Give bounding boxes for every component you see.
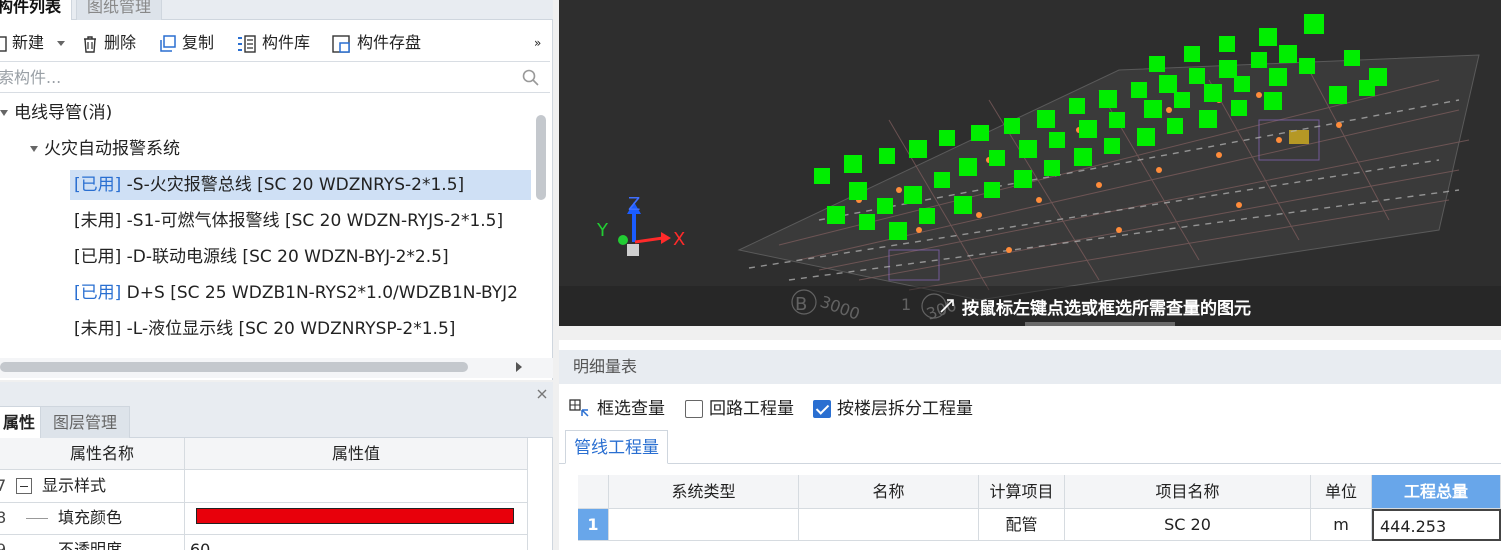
app-window: 构件列表 图纸管理 新建 删除 复制 构件库 构件存盘 » 索构件... 电线导… bbox=[0, 0, 1501, 550]
tree-node-root[interactable]: 电线导管(消) bbox=[0, 98, 112, 128]
copy-icon bbox=[160, 34, 176, 52]
tree-item-d-plus-s[interactable]: [已用] D+S [SC 25 WDZB1N-RYS2*1.0/WDZB1N-B… bbox=[74, 278, 530, 308]
axis-y-label: Y bbox=[596, 220, 609, 241]
property-name: 显示样式 bbox=[42, 476, 107, 495]
expand-caret-icon[interactable] bbox=[30, 146, 38, 152]
collapse-toggle[interactable] bbox=[16, 478, 32, 494]
column-header-value: 属性值 bbox=[331, 444, 380, 463]
tree-horizontal-scrollbar[interactable] bbox=[0, 362, 468, 372]
tree-item-s-bus[interactable]: [已用] -S-火灾报警总线 [SC 20 WDZNRYS-2*1.5] bbox=[70, 170, 531, 200]
tab-layer-management[interactable]: 图层管理 bbox=[40, 406, 131, 438]
column-header-system-type[interactable]: 系统类型 bbox=[609, 475, 799, 509]
viewport-hint: 按鼠标左键点选或框选所需查量的图元 bbox=[962, 299, 1251, 319]
new-icon bbox=[0, 35, 7, 52]
tree-item-s1-gas[interactable]: [未用] -S1-可燃气体报警线 [SC 20 WDZN-RYJS-2*1.5] bbox=[74, 206, 503, 236]
cell-name[interactable] bbox=[799, 509, 979, 541]
delete-button[interactable]: 删除 bbox=[80, 30, 136, 56]
tree-item-d-power[interactable]: [已用] -D-联动电源线 [SC 20 WDZN-BYJ-2*2.5] bbox=[74, 242, 449, 272]
checkbox-unchecked[interactable] bbox=[685, 400, 703, 418]
loop-quantity-checkbox[interactable]: 回路工程量 bbox=[685, 394, 794, 419]
axis-gizmo bbox=[618, 202, 671, 256]
minus-icon bbox=[20, 486, 28, 487]
split-by-floor-checkbox[interactable]: 按楼层拆分工程量 bbox=[813, 394, 973, 419]
cell-unit[interactable]: m bbox=[1311, 509, 1372, 541]
viewport-splitter-handle[interactable] bbox=[1025, 322, 1175, 326]
property-grid-header: 属性名称 属性值 bbox=[0, 438, 528, 470]
property-value[interactable]: 60 bbox=[190, 534, 210, 550]
checkbox-checked[interactable] bbox=[813, 400, 831, 418]
frame-select-icon bbox=[569, 399, 589, 417]
property-tabbar: 属性 图层管理 bbox=[0, 406, 553, 438]
component-list-panel: 构件列表 图纸管理 新建 删除 复制 构件库 构件存盘 » 索构件... 电线导… bbox=[0, 0, 553, 380]
column-header-index bbox=[578, 475, 609, 509]
tab-pipeline-quantity[interactable]: 管线工程量 bbox=[565, 430, 668, 464]
toolbar-more-button[interactable]: » bbox=[534, 30, 541, 56]
column-header-unit[interactable]: 单位 bbox=[1311, 475, 1372, 509]
tree-item-l-level[interactable]: [未用] -L-液位显示线 [SC 20 WDZNRYSP-2*1.5] bbox=[74, 314, 455, 344]
copy-button[interactable]: 复制 bbox=[158, 30, 214, 56]
tab-drawing-management[interactable]: 图纸管理 bbox=[76, 0, 163, 20]
search-input[interactable] bbox=[0, 62, 508, 92]
detail-quantity-panel: 明细量表 框选查量 回路工程量 按楼层拆分工程量 管线工程量 系统类型 名称 计… bbox=[559, 340, 1501, 550]
model-render: Z Y X B 3000 1 300 bbox=[596, 14, 1480, 324]
new-button[interactable]: 新建 bbox=[0, 30, 66, 56]
component-tabbar: 构件列表 图纸管理 bbox=[0, 0, 553, 20]
cell-total-selected[interactable]: 444.253 bbox=[1372, 509, 1501, 541]
property-panel: 属性 图层管理 属性名称 属性值 7 显示样式 8 填充颜色 9 不透明度 60 bbox=[0, 382, 553, 550]
search-icon[interactable] bbox=[522, 69, 540, 87]
library-icon bbox=[238, 34, 256, 53]
axis-x-label: X bbox=[673, 229, 685, 250]
column-header-name: 属性名称 bbox=[69, 444, 134, 463]
close-icon[interactable] bbox=[536, 388, 548, 400]
cell-system-type[interactable] bbox=[609, 509, 799, 541]
save-disk-icon bbox=[332, 34, 350, 53]
column-header-name[interactable]: 名称 bbox=[799, 475, 979, 509]
detail-title: 明细量表 bbox=[559, 350, 1501, 384]
tree-vertical-scrollbar[interactable] bbox=[536, 115, 546, 200]
property-panel-header bbox=[0, 382, 553, 406]
component-toolbar: 新建 删除 复制 构件库 构件存盘 » bbox=[0, 26, 553, 60]
detail-tab-divider bbox=[559, 463, 1501, 464]
row-number[interactable]: 1 bbox=[578, 509, 609, 541]
property-name: 填充颜色 bbox=[58, 508, 123, 527]
frame-select-button[interactable]: 框选查量 bbox=[569, 394, 665, 419]
cell-item-name[interactable]: SC 20 bbox=[1065, 509, 1311, 541]
axis-z-label: Z bbox=[628, 194, 640, 215]
row-number: 8 bbox=[0, 508, 7, 527]
component-save-button[interactable]: 构件存盘 bbox=[331, 30, 421, 56]
detail-toolbar: 框选查量 回路工程量 按楼层拆分工程量 bbox=[559, 386, 1501, 422]
3d-viewport[interactable]: Z Y X B 3000 1 300 按鼠标左键点选或框选所需查量的图元 bbox=[559, 0, 1501, 326]
row-number: 9 bbox=[0, 540, 7, 550]
tree-node-group[interactable]: 火灾自动报警系统 bbox=[30, 134, 180, 164]
component-library-button[interactable]: 构件库 bbox=[236, 30, 310, 56]
component-search bbox=[0, 61, 550, 93]
fill-color-swatch[interactable] bbox=[196, 508, 514, 524]
new-dropdown-caret[interactable] bbox=[57, 41, 66, 46]
column-header-calc-item[interactable]: 计算项目 bbox=[979, 475, 1065, 509]
column-header-total[interactable]: 工程总量 bbox=[1372, 475, 1501, 509]
cell-calc-item[interactable]: 配管 bbox=[979, 509, 1065, 541]
expand-caret-icon[interactable] bbox=[0, 110, 8, 116]
cursor-select-icon bbox=[940, 299, 954, 313]
property-name: 不透明度 bbox=[58, 540, 123, 550]
column-header-item-name[interactable]: 项目名称 bbox=[1065, 475, 1311, 509]
scroll-right-arrow-icon[interactable] bbox=[516, 362, 522, 372]
row-number: 7 bbox=[0, 476, 7, 495]
trash-icon bbox=[84, 35, 96, 53]
tab-component-list[interactable]: 构件列表 bbox=[0, 0, 73, 20]
tree-connector bbox=[26, 518, 48, 519]
